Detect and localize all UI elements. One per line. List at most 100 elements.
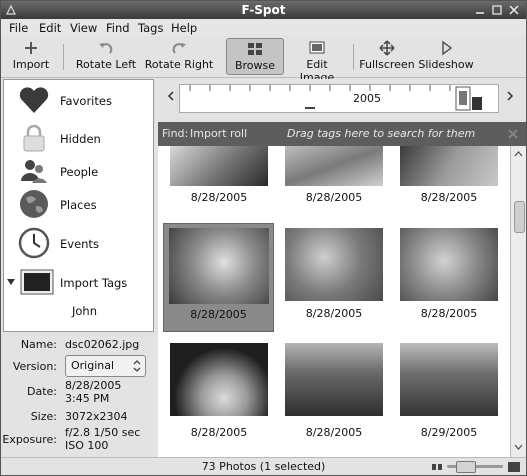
photo-grid: 8/28/2005 8/28/2005 8/28/2005 8/28/2005 … (158, 146, 510, 457)
clock-icon (18, 227, 50, 259)
rotate-left-button[interactable]: Rotate Left (71, 38, 141, 75)
photo-date: 8/28/2005 (190, 426, 248, 439)
sidebar-item-favorites[interactable]: Favorites (4, 82, 153, 118)
photo-thumbnail[interactable]: 8/28/2005 (400, 146, 498, 208)
photo-image (285, 146, 383, 186)
photo-thumbnail[interactable]: 8/28/2005 (170, 343, 268, 447)
size-value: 3072x2304 (65, 410, 128, 423)
photo-thumbnail[interactable]: 8/28/2005 (285, 146, 383, 208)
fullscreen-button[interactable]: Fullscreen (359, 38, 415, 75)
photo-image (285, 343, 383, 416)
import-button[interactable]: Import (7, 38, 55, 75)
play-icon (417, 40, 475, 56)
photo-date: 8/28/2005 (305, 426, 363, 439)
sidebar-item-label: Import Tags (60, 276, 128, 290)
photo-image (285, 228, 383, 301)
photo-thumbnail[interactable]: 8/28/2005 (170, 146, 268, 208)
photo-image (400, 146, 498, 186)
slideshow-button[interactable]: Slideshow (417, 38, 475, 75)
sidebar-item-hidden[interactable]: Hidden (4, 120, 153, 156)
photo-thumbnail[interactable]: 8/28/2005 (400, 228, 498, 328)
expander-down-icon[interactable] (6, 277, 16, 290)
scroll-down-icon[interactable] (514, 441, 523, 454)
menu-tags[interactable]: Tags (138, 21, 163, 35)
zoom-slider-thumb[interactable] (456, 461, 476, 473)
photo-date: 8/28/2005 (305, 307, 363, 320)
photo-thumbnail[interactable]: 8/28/2005 (285, 343, 383, 447)
scroll-thumb[interactable] (514, 201, 525, 233)
photo-image (400, 228, 498, 301)
photo-thumbnail-selected[interactable]: 8/28/2005 (163, 223, 274, 332)
sidebar-item-label: Places (60, 198, 97, 212)
sidebar-item-events[interactable]: Events (4, 225, 153, 261)
size-label: Size: (30, 410, 57, 423)
plus-icon (7, 40, 55, 56)
close-icon[interactable] (508, 4, 520, 16)
photo-date: 8/29/2005 (420, 426, 478, 439)
time-value: 3:45 PM (65, 392, 110, 405)
menu-view[interactable]: View (70, 21, 97, 35)
photo-date: 8/28/2005 (190, 191, 248, 204)
menu-bar: File Edit View Find Tags Help (1, 19, 526, 36)
photo-grid-scrollbar[interactable] (510, 146, 526, 457)
photo-tag-icon (20, 266, 54, 298)
close-find-icon[interactable] (507, 128, 519, 143)
sidebar-item-places[interactable]: Places (4, 186, 153, 222)
scroll-up-icon[interactable] (514, 148, 523, 161)
name-label: Name: (20, 338, 57, 351)
photo-image (170, 146, 268, 186)
minimize-icon[interactable] (474, 4, 486, 16)
sidebar-item-label: Favorites (60, 94, 112, 108)
sidebar-item-label: John (72, 304, 98, 318)
version-select[interactable]: Original (65, 355, 146, 377)
maximize-icon[interactable] (491, 4, 503, 16)
timeline-year: 2005 (353, 92, 381, 105)
photo-date: 8/28/2005 (420, 191, 478, 204)
photo-thumbnail[interactable]: 8/29/2005 (400, 343, 498, 447)
fullscreen-icon (359, 40, 415, 56)
browse-button[interactable]: Browse (226, 38, 284, 75)
main-window: F-Spot File Edit View Find Tags Help Imp… (0, 0, 527, 476)
sidebar-item-label: Events (60, 237, 99, 251)
globe-icon (18, 188, 50, 220)
sidebar-item-import-tags[interactable]: Import Tags (4, 264, 153, 300)
edit-image-button[interactable]: Edit Image (288, 38, 346, 84)
photo-image (170, 343, 268, 416)
toolbar: Import Rotate Left Rotate Right Browse E… (1, 36, 526, 84)
lock-icon (18, 122, 50, 154)
toolbar-separator (353, 44, 354, 70)
find-bar[interactable]: Find: Import roll Drag tags here to sear… (158, 122, 526, 146)
menu-file[interactable]: File (9, 21, 28, 35)
tag-sidebar: Favorites Hidden People Places Events Im… (3, 79, 154, 332)
people-icon (18, 155, 50, 187)
name-value: dsc02062.jpg (65, 338, 140, 351)
slideshow-label: Slideshow (418, 58, 474, 71)
heart-icon (18, 84, 50, 116)
find-label: Find: (162, 127, 189, 140)
photo-date: 8/28/2005 (420, 307, 478, 320)
find-hint: Drag tags here to search for them (287, 127, 476, 140)
timeline-track[interactable]: 2005 (179, 84, 499, 113)
timeline: 2005 (161, 79, 524, 119)
photo-thumbnail[interactable]: 8/28/2005 (285, 228, 383, 328)
fullscreen-label: Fullscreen (359, 58, 415, 71)
menu-find[interactable]: Find (106, 21, 130, 35)
menu-help[interactable]: Help (171, 21, 197, 35)
browse-label: Browse (234, 59, 276, 72)
find-tag-chip[interactable]: Import roll (190, 127, 247, 140)
timeline-right-icon[interactable] (506, 91, 514, 104)
zoom-out-icon[interactable] (431, 462, 443, 475)
sidebar-item-john[interactable]: John (4, 298, 153, 320)
version-label: Version: (12, 360, 57, 373)
window-title: F-Spot (241, 3, 286, 17)
exposure-value: f/2.8 1/50 sec (65, 426, 141, 439)
menu-edit[interactable]: Edit (39, 21, 61, 35)
timeline-left-icon[interactable] (167, 91, 175, 104)
photo-date: 8/28/2005 (305, 191, 363, 204)
photo-image (169, 228, 269, 304)
sidebar-item-people[interactable]: People (4, 153, 153, 189)
sidebar-item-label: People (60, 165, 99, 179)
photo-date: 8/28/2005 (190, 308, 247, 321)
rotate-right-button[interactable]: Rotate Right (143, 38, 215, 75)
zoom-in-icon[interactable] (507, 461, 521, 475)
